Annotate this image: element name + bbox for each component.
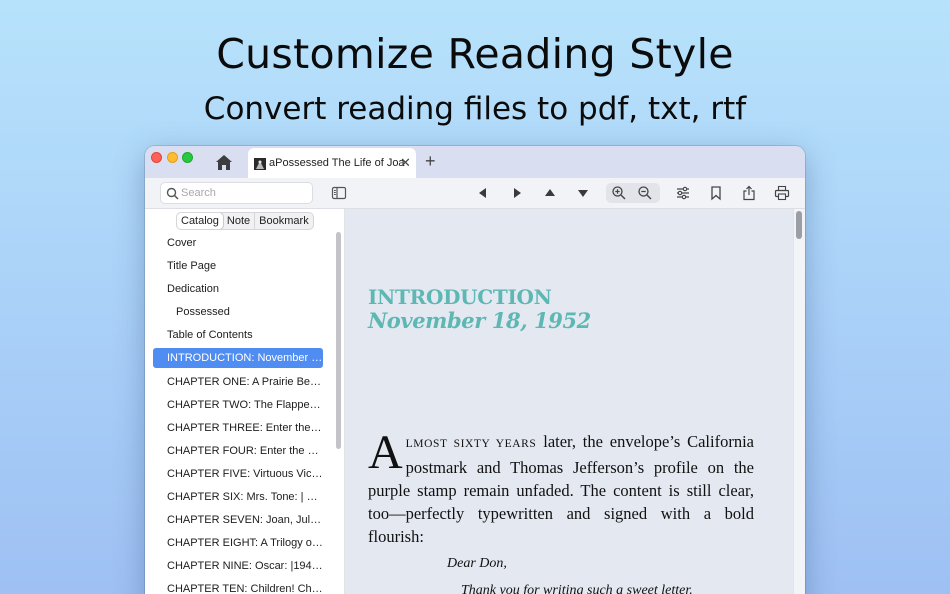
toc-item-cover[interactable]: Cover bbox=[153, 233, 323, 253]
toc-item-chapter-one[interactable]: CHAPTER ONE: A Prairie Bernh... bbox=[153, 372, 323, 392]
share-icon[interactable] bbox=[741, 185, 757, 201]
toc-item-chapter-ten[interactable]: CHAPTER TEN: Children! Childr... bbox=[153, 579, 323, 594]
tab-title: aPossessed The Life of Joa bbox=[269, 157, 405, 169]
reader-scroll-track bbox=[793, 209, 805, 594]
book-cover-icon bbox=[254, 158, 266, 170]
scroll-up-icon[interactable] bbox=[542, 185, 558, 201]
promo-headline: Customize Reading Style bbox=[216, 30, 734, 78]
app-window: aPossessed The Life of Joa ✕ + Search Ca… bbox=[145, 146, 805, 594]
close-window-button[interactable] bbox=[151, 152, 162, 163]
print-icon[interactable] bbox=[774, 185, 790, 201]
drop-cap: A bbox=[368, 426, 403, 479]
sidebar-segmented-control: Catalog Note Bookmark bbox=[176, 212, 314, 230]
toc-item-chapter-seven[interactable]: CHAPTER SEVEN: Joan, Julie, S... bbox=[153, 510, 323, 530]
letter-salutation: Dear Don, bbox=[447, 556, 507, 571]
toc-item-chapter-five[interactable]: CHAPTER FIVE: Virtuous Vices:... bbox=[153, 464, 323, 484]
document-tab[interactable]: aPossessed The Life of Joa ✕ bbox=[248, 148, 416, 178]
reading-pane: INTRODUCTION November 18, 1952 A LMOST SI… bbox=[345, 209, 805, 594]
sidebar-scrollbar[interactable] bbox=[336, 232, 341, 449]
toolbar bbox=[145, 178, 805, 209]
chapter-date: November 18, 1952 bbox=[368, 308, 591, 333]
search-icon bbox=[166, 187, 179, 200]
promo-subheadline: Convert reading files to pdf, txt, rtf bbox=[203, 91, 747, 127]
zoom-controls bbox=[606, 183, 660, 203]
letter-line: Thank you for writing such a sweet lette… bbox=[461, 583, 693, 594]
toc-item-chapter-eight[interactable]: CHAPTER EIGHT: A Trilogy of Tr... bbox=[153, 533, 323, 553]
sidebar: Catalog Note Bookmark Cover Title Page D… bbox=[145, 209, 345, 594]
next-page-icon[interactable] bbox=[509, 185, 525, 201]
reader-scrollbar[interactable] bbox=[796, 211, 802, 239]
minimize-window-button[interactable] bbox=[167, 152, 178, 163]
toc-item-introduction[interactable]: INTRODUCTION: November 18,... bbox=[153, 348, 323, 369]
scroll-down-icon[interactable] bbox=[575, 185, 591, 201]
zoom-out-icon[interactable] bbox=[637, 185, 652, 200]
toc-item-title-page[interactable]: Title Page bbox=[153, 256, 323, 276]
tab-catalog[interactable]: Catalog bbox=[177, 213, 223, 229]
search-field[interactable] bbox=[160, 182, 313, 204]
search-input[interactable] bbox=[181, 185, 309, 201]
sidebar-toggle-icon[interactable] bbox=[331, 185, 347, 201]
toc-item-chapter-four[interactable]: CHAPTER FOUR: Enter the King... bbox=[153, 441, 323, 461]
new-tab-button[interactable]: + bbox=[425, 151, 436, 172]
small-caps-lead: LMOST SIXTY YEARS bbox=[405, 438, 537, 450]
toc-item-chapter-six[interactable]: CHAPTER SIX: Mrs. Tone: | 193... bbox=[153, 487, 323, 507]
title-bar: aPossessed The Life of Joa ✕ + bbox=[145, 146, 805, 178]
toc-item-chapter-nine[interactable]: CHAPTER NINE: Oscar: |1943–1... bbox=[153, 556, 323, 576]
tab-close-icon[interactable]: ✕ bbox=[400, 155, 411, 171]
zoom-in-icon[interactable] bbox=[611, 185, 626, 200]
table-of-contents: Cover Title Page Dedication Possessed Ta… bbox=[153, 233, 323, 594]
zoom-window-button[interactable] bbox=[182, 152, 193, 163]
tab-note[interactable]: Note bbox=[223, 213, 254, 229]
previous-page-icon[interactable] bbox=[475, 185, 491, 201]
settings-sliders-icon[interactable] bbox=[675, 185, 691, 201]
body-paragraph: A LMOST SIXTY YEARS later, the envelope’s… bbox=[368, 426, 754, 548]
toc-item-possessed[interactable]: Possessed bbox=[153, 302, 323, 322]
toc-item-dedication[interactable]: Dedication bbox=[153, 279, 323, 299]
toc-item-chapter-two[interactable]: CHAPTER TWO: The Flapper, Fl... bbox=[153, 395, 323, 415]
toc-item-table-of-contents[interactable]: Table of Contents bbox=[153, 325, 323, 345]
home-icon[interactable] bbox=[215, 154, 233, 171]
tab-bookmark[interactable]: Bookmark bbox=[254, 213, 313, 229]
chapter-title: INTRODUCTION bbox=[368, 285, 552, 309]
toc-item-chapter-three[interactable]: CHAPTER THREE: Enter the Pri... bbox=[153, 418, 323, 438]
bookmark-icon[interactable] bbox=[708, 185, 724, 201]
